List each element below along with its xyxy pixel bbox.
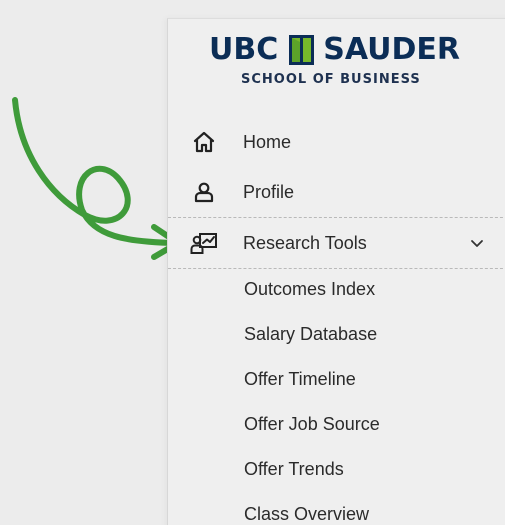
submenu-item-offer-job-source[interactable]: Offer Job Source [168,402,505,447]
research-tools-submenu: Outcomes Index Salary Database Offer Tim… [168,267,505,525]
submenu-item-salary-database[interactable]: Salary Database [168,312,505,357]
logo-right-text: SAUDER [323,31,461,67]
logo-wordmark: UBC SAUDER [209,31,460,67]
research-tools-icon [190,231,218,255]
submenu-item-offer-timeline[interactable]: Offer Timeline [168,357,505,402]
submenu-item-class-overview[interactable]: Class Overview [168,492,505,525]
user-icon [190,180,218,204]
app-window: UBC SAUDER SCHOOL OF BUSINESS Home Profi… [0,0,505,525]
chevron-down-icon[interactable] [469,235,485,251]
submenu-item-outcomes-index[interactable]: Outcomes Index [168,267,505,312]
nav-item-profile[interactable]: Profile [168,167,505,217]
nav-item-home[interactable]: Home [168,117,505,167]
nav-item-research-tools[interactable]: Research Tools [168,217,505,269]
nav-item-research-tools-label: Research Tools [243,232,367,253]
logo-subtitle: SCHOOL OF BUSINESS [241,72,421,87]
logo-left-text: UBC [209,31,279,67]
sidebar: UBC SAUDER SCHOOL OF BUSINESS Home Profi… [167,18,505,525]
brand-logo[interactable]: UBC SAUDER SCHOOL OF BUSINESS [168,19,505,103]
nav-item-profile-label: Profile [243,181,295,202]
nav-item-home-label: Home [243,131,292,152]
main-nav: Home Profile Research Tools [168,117,505,269]
submenu-item-offer-trends[interactable]: Offer Trends [168,447,505,492]
home-icon [190,130,218,154]
logo-mark-icon [285,33,318,66]
